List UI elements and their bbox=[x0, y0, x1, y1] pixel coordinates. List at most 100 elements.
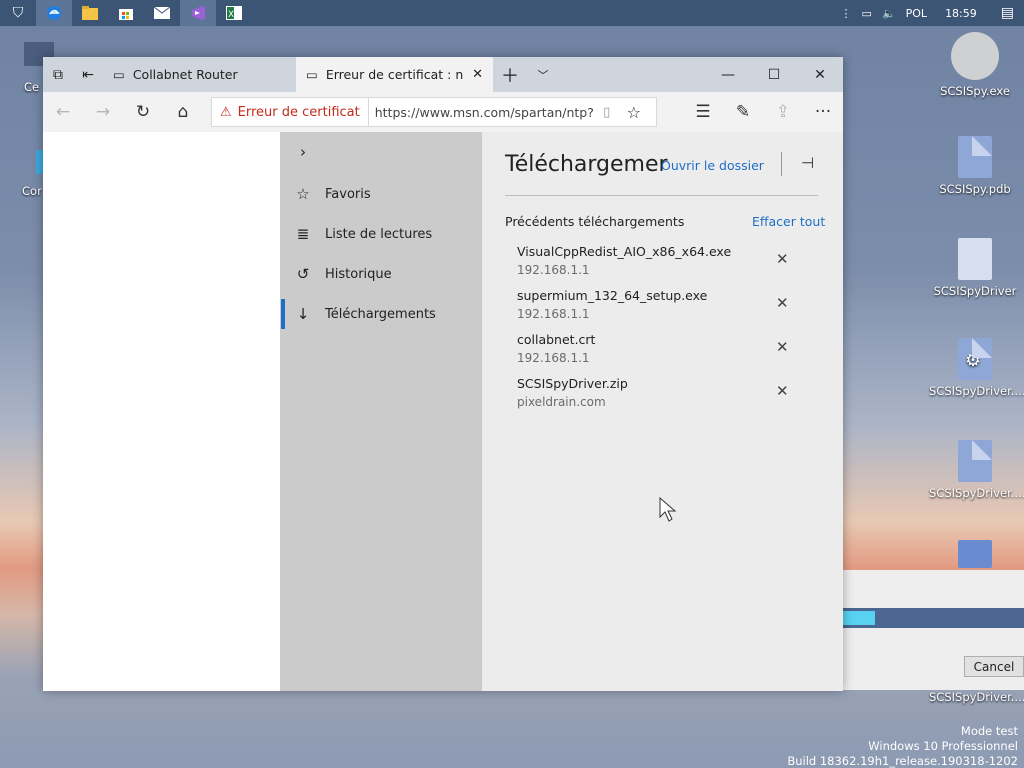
desktop-icon-label-scsispydriver-3: SCSISpyDriver.... bbox=[929, 690, 1024, 704]
file-icon bbox=[958, 238, 992, 280]
forward-icon[interactable]: → bbox=[83, 92, 123, 132]
hub-icon[interactable]: ☰ bbox=[683, 92, 723, 132]
hub-item-reading-list[interactable]: ≣ Liste de lectures bbox=[280, 214, 482, 254]
hub-item-label: Favoris bbox=[325, 186, 371, 202]
windows-watermark: Mode test Windows 10 Professionnel Build… bbox=[787, 724, 1018, 768]
tab-certificate-error[interactable]: ▭ Erreur de certificat : nav ✕ bbox=[296, 57, 493, 92]
desktop-icon-scsispy-pdb[interactable]: SCSISpy.pdb bbox=[929, 136, 1021, 196]
history-icon: ↺ bbox=[296, 265, 310, 283]
remove-icon[interactable]: ✕ bbox=[776, 382, 789, 400]
downloads-title: Téléchargemer bbox=[505, 152, 668, 177]
overflow-icon[interactable]: ⋮ bbox=[841, 7, 852, 20]
address-bar[interactable]: ⚠ Erreur de certificat https://www.msn.c… bbox=[211, 97, 657, 127]
star-icon[interactable]: ☆ bbox=[619, 103, 649, 122]
hub-item-label: Historique bbox=[325, 266, 392, 282]
hub-item-downloads[interactable]: ↓ Téléchargements bbox=[280, 294, 482, 334]
close-button[interactable]: ✕ bbox=[797, 57, 843, 92]
new-tab-icon[interactable]: ＋ bbox=[493, 57, 527, 92]
set-tabs-aside-icon[interactable]: ⇤ bbox=[73, 57, 103, 92]
clear-all-link[interactable]: Effacer tout bbox=[752, 214, 825, 229]
chevron-down-icon[interactable]: ﹀ bbox=[527, 57, 559, 92]
download-source: 192.168.1.1 bbox=[517, 351, 590, 365]
edge-icon[interactable] bbox=[36, 0, 72, 26]
watermark-line: Build 18362.19h1_release.190318-1202 bbox=[787, 754, 1018, 768]
desktop-icon-label: SCSISpy.exe bbox=[940, 84, 1010, 98]
store-icon[interactable] bbox=[108, 0, 144, 26]
download-item[interactable]: VisualCppRedist_AIO_x86_x64.exe 192.168.… bbox=[517, 244, 817, 277]
minimize-button[interactable]: — bbox=[705, 57, 751, 92]
close-tab-icon[interactable]: ✕ bbox=[472, 67, 483, 82]
remove-icon[interactable]: ✕ bbox=[776, 338, 789, 356]
desktop-icon-label: SCSISpyDriver.... bbox=[929, 486, 1024, 500]
remove-icon[interactable]: ✕ bbox=[776, 250, 789, 268]
desktop-icon-scsispydriver-2[interactable]: SCSISpyDriver.... bbox=[929, 440, 1024, 500]
tab-collabnet-router[interactable]: ▭ Collabnet Router bbox=[103, 57, 296, 92]
maximize-button[interactable]: ☐ bbox=[751, 57, 797, 92]
settings-file-icon bbox=[958, 540, 992, 568]
excel-icon[interactable]: X bbox=[216, 0, 252, 26]
volume-muted-icon[interactable]: 🔈 bbox=[882, 7, 896, 20]
divider bbox=[781, 152, 782, 176]
certificate-error-indicator[interactable]: ⚠ Erreur de certificat bbox=[212, 98, 369, 126]
navigation-bar: ← → ↻ ⌂ ⚠ Erreur de certificat https://w… bbox=[43, 92, 843, 132]
cancel-button[interactable]: Cancel bbox=[964, 656, 1024, 677]
settings-file-icon: ⚙ bbox=[958, 338, 992, 380]
share-icon[interactable]: ⇪ bbox=[763, 92, 803, 132]
desktop-icon-label: Ce bbox=[24, 80, 40, 94]
favorites-icon: ☆ bbox=[296, 185, 310, 203]
remove-icon[interactable]: ✕ bbox=[776, 294, 789, 312]
web-note-icon[interactable]: ✎ bbox=[723, 92, 763, 132]
desktop-icon-label: SCSISpyDriver.... bbox=[929, 690, 1024, 704]
download-source: 192.168.1.1 bbox=[517, 263, 590, 277]
file-icon bbox=[958, 440, 992, 482]
hub-item-label: Liste de lectures bbox=[325, 226, 433, 242]
chevron-right-icon: › bbox=[300, 143, 306, 161]
open-folder-link[interactable]: Ouvrir le dossier bbox=[661, 158, 764, 173]
visual-studio-icon[interactable] bbox=[180, 0, 216, 26]
downloads-pane: Téléchargemer Ouvrir le dossier ⊣ Précéd… bbox=[482, 132, 843, 691]
notification-icon[interactable]: ▤ bbox=[1001, 5, 1014, 21]
taskbar: ⛉ X ⋮ ▭ 🔈 POL 18:59 ▤ bbox=[0, 0, 1024, 26]
hub-collapse-button[interactable]: › bbox=[280, 132, 482, 172]
mouse-cursor-icon bbox=[659, 497, 677, 522]
desktop-icon-scsispydriver-3[interactable] bbox=[929, 540, 1021, 572]
desktop-icon-label: Cor bbox=[22, 184, 42, 198]
watermark-line: Windows 10 Professionnel bbox=[868, 739, 1018, 753]
page-content bbox=[43, 132, 280, 691]
desktop-icon-label: SCSISpy.pdb bbox=[939, 182, 1011, 196]
progress-fill bbox=[843, 611, 875, 625]
title-bar: ⧉ ⇤ ▭ Collabnet Router ▭ Erreur de certi… bbox=[43, 57, 843, 92]
desktop-icon-scsispydriver-inf[interactable]: ⚙ SCSISpyDriver.... bbox=[929, 338, 1024, 398]
downloads-icon: ↓ bbox=[296, 305, 310, 323]
home-icon[interactable]: ⌂ bbox=[163, 92, 203, 132]
download-name: supermium_132_64_setup.exe bbox=[517, 288, 708, 303]
refresh-icon[interactable]: ↻ bbox=[123, 92, 163, 132]
clock[interactable]: 18:59 bbox=[945, 7, 977, 20]
network-icon[interactable]: ▭ bbox=[862, 7, 872, 20]
file-icon bbox=[958, 136, 992, 178]
desktop-icon-scsispy-exe[interactable]: SCSISpy.exe bbox=[929, 32, 1021, 98]
reading-view-icon[interactable]: ▯ bbox=[595, 105, 619, 120]
hub-item-history[interactable]: ↺ Historique bbox=[280, 254, 482, 294]
svg-text:X: X bbox=[228, 10, 234, 20]
download-item[interactable]: collabnet.crt 192.168.1.1 ✕ bbox=[517, 332, 817, 365]
file-explorer-icon[interactable] bbox=[72, 0, 108, 26]
pin-icon[interactable]: ⊣ bbox=[801, 154, 814, 172]
download-source: pixeldrain.com bbox=[517, 395, 606, 409]
system-tray: ⋮ ▭ 🔈 POL 18:59 ▤ bbox=[841, 0, 1024, 26]
hub-item-favorites[interactable]: ☆ Favoris bbox=[280, 174, 482, 214]
hub-item-label: Téléchargements bbox=[325, 306, 436, 322]
download-name: VisualCppRedist_AIO_x86_x64.exe bbox=[517, 244, 732, 259]
desktop-icon-scsispydriver[interactable]: SCSISpyDriver bbox=[929, 238, 1021, 298]
tab-title: Erreur de certificat : nav bbox=[325, 67, 465, 82]
language-indicator[interactable]: POL bbox=[906, 7, 927, 20]
tab-preview-icon[interactable]: ⧉ bbox=[43, 57, 73, 92]
back-icon[interactable]: ← bbox=[43, 92, 83, 132]
mail-icon[interactable] bbox=[144, 0, 180, 26]
download-item[interactable]: supermium_132_64_setup.exe 192.168.1.1 ✕ bbox=[517, 288, 817, 321]
more-icon[interactable]: ··· bbox=[803, 92, 843, 132]
url-text[interactable]: https://www.msn.com/spartan/ntp?loc bbox=[369, 105, 595, 120]
desktop-icon-label: SCSISpyDriver.... bbox=[929, 384, 1024, 398]
shield-icon[interactable]: ⛉ bbox=[0, 0, 36, 26]
download-item[interactable]: SCSISpyDriver.zip pixeldrain.com ✕ bbox=[517, 376, 817, 409]
